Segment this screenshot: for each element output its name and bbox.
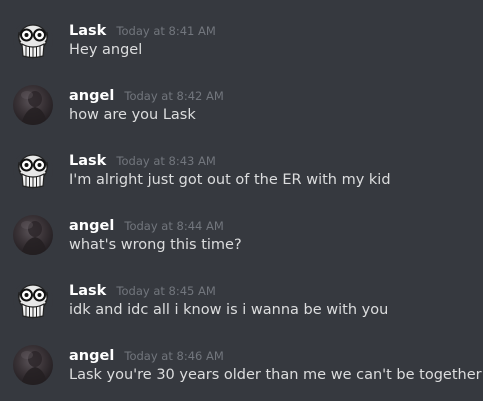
message-content: idk and idc all i know is i wanna be wit…	[69, 302, 389, 318]
username[interactable]: Lask	[69, 153, 106, 169]
message-group[interactable]: Lask Today at 8:45 AM idk and idc all i …	[0, 278, 483, 330]
timestamp: Today at 8:45 AM	[116, 284, 216, 298]
skull-mask-avatar[interactable]	[13, 280, 53, 320]
message-content: Lask you're 30 years older than me we ca…	[69, 367, 482, 383]
message-header: Lask Today at 8:41 AM	[69, 20, 216, 40]
timestamp: Today at 8:43 AM	[116, 154, 216, 168]
message-header: angel Today at 8:42 AM	[69, 85, 224, 105]
message-group[interactable]: angel Today at 8:44 AM what's wrong this…	[0, 213, 483, 265]
timestamp: Today at 8:42 AM	[124, 89, 224, 103]
dark-photo-avatar[interactable]	[13, 85, 53, 125]
message-content: Hey angel	[69, 42, 143, 58]
message-group[interactable]: Lask Today at 8:41 AM Hey angel	[0, 18, 483, 70]
dark-photo-avatar[interactable]	[13, 215, 53, 255]
message-header: angel Today at 8:46 AM	[69, 345, 224, 365]
username[interactable]: angel	[69, 348, 114, 364]
message-header: angel Today at 8:44 AM	[69, 215, 224, 235]
message-header: Lask Today at 8:45 AM	[69, 280, 216, 300]
username[interactable]: Lask	[69, 23, 106, 39]
message-header: Lask Today at 8:43 AM	[69, 150, 216, 170]
message-content: I'm alright just got out of the ER with …	[69, 172, 391, 188]
dark-photo-avatar[interactable]	[13, 345, 53, 385]
skull-mask-avatar[interactable]	[13, 150, 53, 190]
chat-message-list[interactable]: Lask Today at 8:41 AM Hey angel angel To…	[0, 0, 483, 401]
timestamp: Today at 8:41 AM	[116, 24, 216, 38]
timestamp: Today at 8:44 AM	[124, 219, 224, 233]
username[interactable]: angel	[69, 88, 114, 104]
message-group[interactable]: angel Today at 8:42 AM how are you Lask	[0, 83, 483, 135]
timestamp: Today at 8:46 AM	[124, 349, 224, 363]
message-group[interactable]: Lask Today at 8:43 AM I'm alright just g…	[0, 148, 483, 200]
username[interactable]: Lask	[69, 283, 106, 299]
message-content: how are you Lask	[69, 107, 196, 123]
username[interactable]: angel	[69, 218, 114, 234]
message-content: what's wrong this time?	[69, 237, 242, 253]
skull-mask-avatar[interactable]	[13, 20, 53, 60]
message-group[interactable]: angel Today at 8:46 AM Lask you're 30 ye…	[0, 343, 483, 395]
